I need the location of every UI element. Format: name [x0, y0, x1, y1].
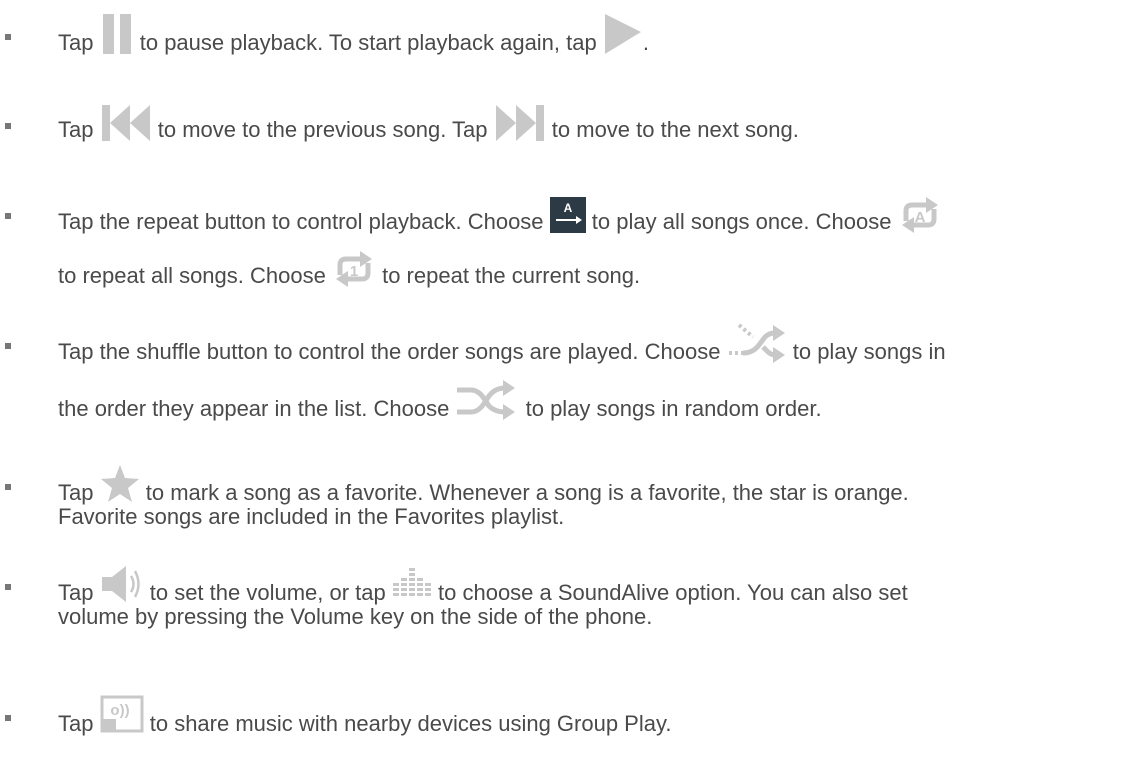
svg-text:o)): o)): [110, 702, 129, 719]
instruction-text: to repeat all songs. Choose: [58, 262, 326, 288]
instruction-line: Tap o)) to share music with nearby devic…: [58, 695, 672, 745]
instruction-text: to move to the next song.: [551, 116, 799, 142]
repeat-all-icon: A: [898, 195, 942, 235]
pause-icon: [100, 14, 134, 54]
svg-text:A: A: [914, 209, 925, 226]
instruction-text: to play songs in random order.: [525, 395, 822, 421]
next-song-icon: [494, 105, 546, 141]
soundalive-icon: [392, 564, 432, 604]
volume-icon: [100, 564, 144, 604]
instruction-text: Favorite songs are included in the Favor…: [58, 504, 565, 529]
instruction-line: Tap the shuffle button to control the or…: [58, 323, 946, 373]
instruction-text: to play all songs once. Choose: [591, 208, 892, 234]
star-icon: [100, 464, 140, 504]
instruction-line: the order they appear in the list. Choos…: [58, 380, 822, 430]
bullet: [5, 584, 11, 590]
instruction-text: to play songs in: [792, 338, 946, 364]
instruction-line: Tap to move to the previous song. Tap to…: [58, 105, 799, 149]
instruction-line: Tap the repeat button to control playbac…: [58, 197, 942, 243]
shuffle-on-icon: [455, 380, 519, 420]
bullet: [5, 715, 11, 721]
bullet: [5, 213, 11, 219]
bullet: [5, 343, 11, 349]
svg-text:1: 1: [350, 263, 358, 280]
instruction-text: Tap the repeat button to control playbac…: [58, 208, 544, 234]
instruction-text: to set the volume, or tap: [149, 579, 386, 605]
instruction-line: Tap to pause playback. To start playback…: [58, 14, 649, 64]
instruction-text: to mark a song as a favorite. Whenever a…: [145, 479, 909, 505]
instruction-text: to repeat the current song.: [382, 262, 641, 288]
instruction-text: Tap: [58, 116, 94, 142]
group-play-icon: o)): [100, 695, 144, 735]
instruction-text: Tap: [58, 29, 94, 55]
bullet: [5, 123, 11, 129]
instruction-text: to share music with nearby devices using…: [149, 710, 672, 736]
instruction-text: Tap: [58, 710, 94, 736]
instruction-line: to repeat all songs. Choose 1 to repeat …: [58, 251, 641, 297]
instruction-text: to move to the previous song. Tap: [157, 116, 488, 142]
instruction-text: .: [642, 29, 649, 55]
instruction-text: volume by pressing the Volume key on the…: [58, 604, 653, 629]
repeat-one-icon: 1: [332, 249, 376, 289]
instruction-text: Tap: [58, 479, 94, 505]
bullet: [5, 34, 11, 40]
previous-song-icon: [100, 105, 152, 141]
play-icon: [603, 14, 643, 54]
instruction-text: Tap the shuffle button to control the or…: [58, 338, 721, 364]
instruction-text: the order they appear in the list. Choos…: [58, 395, 450, 421]
instruction-text: to pause playback. To start playback aga…: [139, 29, 597, 55]
instruction-text: Tap: [58, 579, 94, 605]
shuffle-off-icon: [727, 323, 787, 363]
bullet: [5, 484, 11, 490]
instruction-line: volume by pressing the Volume key on the…: [58, 604, 652, 630]
repeat-off-icon: A: [549, 197, 586, 233]
svg-text:A: A: [563, 201, 572, 215]
instruction-text: to choose a SoundAlive option. You can a…: [438, 579, 908, 605]
instruction-line: Favorite songs are included in the Favor…: [58, 504, 564, 530]
